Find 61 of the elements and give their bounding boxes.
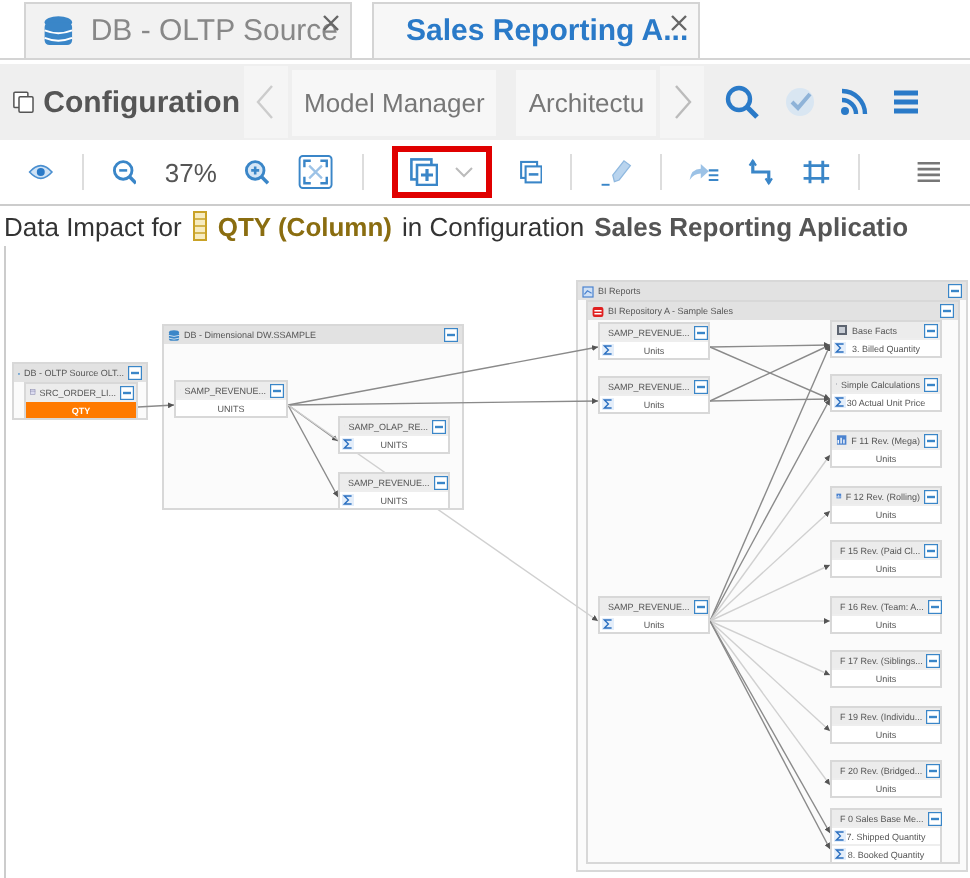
tab[interactable]: Sales Reporting A... (372, 2, 700, 58)
connector-line (137, 402, 175, 409)
zoom-level: 37% (164, 157, 217, 187)
collapse-icon[interactable] (444, 328, 458, 342)
sigma-icon (602, 344, 614, 356)
menu-icon[interactable] (892, 88, 921, 116)
collapse-icon[interactable] (927, 599, 942, 613)
caret-icon (453, 166, 474, 178)
collapse-icon[interactable] (693, 599, 708, 613)
sigma-icon (602, 398, 614, 410)
collapse-icon[interactable] (270, 383, 284, 397)
folder-icon (582, 285, 594, 297)
column-icon (191, 210, 208, 242)
search-icon[interactable] (724, 84, 761, 120)
impact-label: in Configuration (402, 211, 585, 241)
view-tab[interactable]: Architectu (516, 69, 657, 135)
sigma-icon (834, 830, 846, 842)
route-icon[interactable] (748, 156, 775, 188)
collapse-icon[interactable] (926, 709, 941, 723)
collapse-icon[interactable] (926, 763, 941, 777)
collapse-icon[interactable] (693, 379, 708, 393)
collapse-icon[interactable] (924, 377, 938, 391)
sigma-icon (834, 396, 846, 408)
eye-icon[interactable] (28, 160, 54, 184)
rss-icon[interactable] (840, 88, 869, 116)
sigma-icon (834, 848, 846, 860)
collapse-icon[interactable] (927, 811, 942, 825)
collapse-icon[interactable] (924, 489, 938, 503)
panel-title: Configuration (43, 85, 240, 119)
collapse-icon[interactable] (432, 419, 446, 433)
sigma-icon (834, 342, 846, 354)
collapse-icon[interactable] (926, 653, 941, 667)
check-icon[interactable] (784, 86, 817, 118)
sigma-icon (602, 618, 614, 630)
configuration-name: Sales Reporting Aplicatio (594, 211, 909, 241)
collapse-icon[interactable] (940, 304, 954, 318)
expand-button[interactable] (391, 146, 492, 198)
menu-icon[interactable] (916, 158, 942, 186)
view-tab[interactable]: Model Manager (292, 69, 497, 135)
zoom-out-icon[interactable] (111, 156, 137, 188)
column-name[interactable]: QTY (Column) (217, 211, 393, 241)
server-icon (592, 305, 604, 317)
highlighter-icon[interactable] (599, 154, 631, 190)
collapse-icon[interactable] (924, 323, 938, 337)
collapse-icon[interactable] (948, 284, 962, 298)
collapse-icon[interactable] (128, 366, 142, 380)
table-icon (30, 386, 36, 398)
collapse-icon[interactable] (693, 325, 708, 339)
collapse-icon[interactable] (924, 433, 938, 447)
collapse-icon[interactable] (519, 158, 542, 186)
zoom-in-icon[interactable] (244, 156, 271, 188)
impact-label: Data Impact for (4, 211, 182, 241)
share-list-icon[interactable] (688, 160, 721, 184)
collapse-icon[interactable] (433, 475, 448, 489)
collapse-icon[interactable] (924, 543, 939, 557)
collapse-icon[interactable] (120, 385, 134, 399)
align-icon[interactable] (802, 156, 831, 188)
expand-icon (409, 158, 438, 186)
sigma-icon (342, 438, 354, 450)
fit-screen-icon[interactable] (298, 150, 334, 194)
sigma-icon (342, 494, 354, 506)
